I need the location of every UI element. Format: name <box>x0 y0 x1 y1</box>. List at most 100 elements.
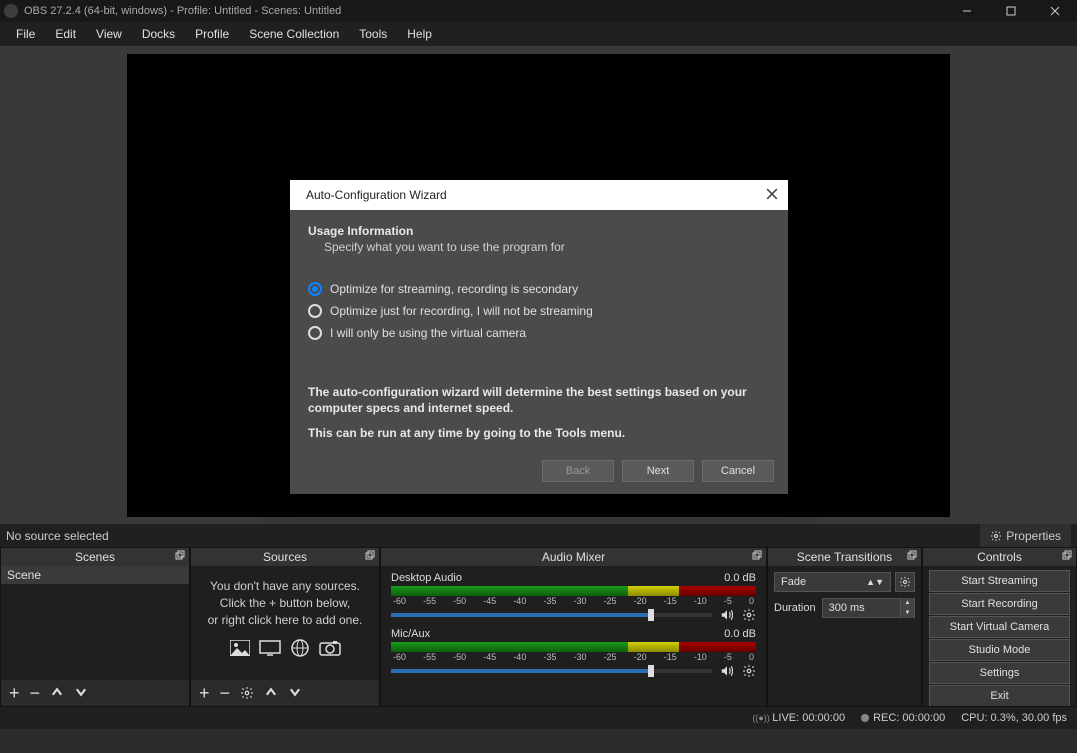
start-virtual-camera-button[interactable]: Start Virtual Camera <box>929 616 1070 638</box>
sources-panel: Sources You don't have any sources. Clic… <box>190 547 380 707</box>
scenes-title: Scenes <box>75 550 115 564</box>
menu-edit[interactable]: Edit <box>45 24 86 44</box>
minimize-button[interactable] <box>945 0 989 22</box>
remove-source-button[interactable]: − <box>220 683 231 704</box>
duration-label: Duration <box>774 602 816 614</box>
camera-source-icon <box>319 638 341 658</box>
menu-view[interactable]: View <box>86 24 132 44</box>
popout-icon[interactable] <box>365 550 375 560</box>
duration-value: 300 ms <box>823 602 900 614</box>
wizard-option-2[interactable]: I will only be using the virtual camera <box>308 322 770 344</box>
spin-down-icon[interactable]: ▼ <box>900 608 914 618</box>
menu-file[interactable]: File <box>6 24 45 44</box>
transitions-title: Scene Transitions <box>797 550 892 564</box>
speaker-icon[interactable] <box>718 664 736 678</box>
wizard-option-1[interactable]: Optimize just for recording, I will not … <box>308 300 770 322</box>
gear-icon[interactable] <box>742 664 756 678</box>
audio-mixer-title: Audio Mixer <box>542 550 605 564</box>
wizard-close-button[interactable] <box>766 188 778 203</box>
source-down-button[interactable] <box>288 685 302 702</box>
scene-item[interactable]: Scene <box>1 566 189 584</box>
gear-icon <box>990 530 1002 542</box>
controls-panel: Controls Start StreamingStart RecordingS… <box>922 547 1077 707</box>
audio-track-db: 0.0 dB <box>724 628 756 640</box>
add-source-button[interactable]: + <box>199 683 210 704</box>
gear-icon <box>899 576 911 588</box>
chevron-updown-icon: ▲▼ <box>866 577 884 587</box>
menu-scene-collection[interactable]: Scene Collection <box>239 24 349 44</box>
image-source-icon <box>229 638 251 658</box>
wizard-subtitle: Specify what you want to use the program… <box>308 240 770 254</box>
display-source-icon <box>259 638 281 658</box>
status-bar: LIVE: 00:00:00 REC: 00:00:00 CPU: 0.3%, … <box>0 707 1077 729</box>
wizard-back-button[interactable]: Back <box>542 460 614 482</box>
status-live: LIVE: 00:00:00 <box>752 712 845 724</box>
popout-icon[interactable] <box>1062 550 1072 560</box>
transition-select[interactable]: Fade ▲▼ <box>774 572 891 592</box>
audio-track-name: Desktop Audio <box>391 572 462 584</box>
volume-slider[interactable] <box>391 613 712 617</box>
exit-button[interactable]: Exit <box>929 685 1070 706</box>
wizard-cancel-button[interactable]: Cancel <box>702 460 774 482</box>
wizard-option-0[interactable]: Optimize for streaming, recording is sec… <box>308 278 770 300</box>
source-up-button[interactable] <box>264 685 278 702</box>
status-rec: REC: 00:00:00 <box>861 712 945 724</box>
sources-body[interactable]: You don't have any sources. Click the + … <box>191 566 379 680</box>
wizard-desc-2: This can be run at any time by going to … <box>308 426 770 440</box>
speaker-icon[interactable] <box>718 608 736 622</box>
properties-label: Properties <box>1006 529 1061 543</box>
scene-up-button[interactable] <box>50 685 64 702</box>
close-button[interactable] <box>1033 0 1077 22</box>
status-cpu: CPU: 0.3%, 30.00 fps <box>961 712 1067 724</box>
maximize-button[interactable] <box>989 0 1033 22</box>
wizard-title: Auto-Configuration Wizard <box>300 188 766 202</box>
studio-mode-button[interactable]: Studio Mode <box>929 639 1070 661</box>
audio-track: Mic/Aux0.0 dB -60-55-50-45-40-35-30-25-2… <box>381 622 766 678</box>
spin-up-icon[interactable]: ▲ <box>900 598 914 608</box>
menu-docks[interactable]: Docks <box>132 24 185 44</box>
globe-source-icon <box>289 638 311 658</box>
source-properties-button[interactable] <box>240 686 254 700</box>
wizard-option-label: Optimize just for recording, I will not … <box>330 304 593 318</box>
source-toolbar: No source selected Properties <box>0 524 1077 547</box>
auto-config-wizard: Auto-Configuration Wizard Usage Informat… <box>290 180 788 494</box>
popout-icon[interactable] <box>752 550 762 560</box>
audio-track: Desktop Audio0.0 dB -60-55-50-45-40-35-3… <box>381 566 766 622</box>
window-title: OBS 27.2.4 (64-bit, windows) - Profile: … <box>24 5 945 17</box>
no-source-label: No source selected <box>0 529 980 543</box>
volume-slider[interactable] <box>391 669 712 673</box>
audio-track-name: Mic/Aux <box>391 628 430 640</box>
start-recording-button[interactable]: Start Recording <box>929 593 1070 615</box>
audio-meter <box>391 586 756 596</box>
transition-properties-button[interactable] <box>895 572 915 592</box>
properties-button[interactable]: Properties <box>980 524 1071 547</box>
popout-icon[interactable] <box>907 550 917 560</box>
popout-icon[interactable] <box>175 550 185 560</box>
wizard-header: Usage Information <box>308 224 770 238</box>
duration-spinner[interactable]: 300 ms ▲▼ <box>822 598 915 618</box>
radio-icon <box>308 304 322 318</box>
controls-title: Controls <box>977 550 1022 564</box>
settings-button[interactable]: Settings <box>929 662 1070 684</box>
sources-empty-l1: You don't have any sources. <box>199 578 371 595</box>
add-scene-button[interactable]: + <box>9 683 20 704</box>
audio-mixer-panel: Audio Mixer Desktop Audio0.0 dB -60-55-5… <box>380 547 767 707</box>
titlebar: OBS 27.2.4 (64-bit, windows) - Profile: … <box>0 0 1077 22</box>
audio-track-db: 0.0 dB <box>724 572 756 584</box>
sources-empty-l3: or right click here to add one. <box>199 612 371 629</box>
start-streaming-button[interactable]: Start Streaming <box>929 570 1070 592</box>
radio-icon <box>308 326 322 340</box>
wizard-next-button[interactable]: Next <box>622 460 694 482</box>
scene-transitions-panel: Scene Transitions Fade ▲▼ Duration 300 m… <box>767 547 922 707</box>
gear-icon[interactable] <box>742 608 756 622</box>
menu-tools[interactable]: Tools <box>349 24 397 44</box>
radio-icon <box>308 282 322 296</box>
sources-empty-l2: Click the + button below, <box>199 595 371 612</box>
scene-down-button[interactable] <box>74 685 88 702</box>
wizard-desc-1: The auto-configuration wizard will deter… <box>308 384 770 416</box>
menu-profile[interactable]: Profile <box>185 24 239 44</box>
wizard-option-label: I will only be using the virtual camera <box>330 326 526 340</box>
menubar: FileEditViewDocksProfileScene Collection… <box>0 22 1077 46</box>
remove-scene-button[interactable]: − <box>30 683 41 704</box>
menu-help[interactable]: Help <box>397 24 442 44</box>
